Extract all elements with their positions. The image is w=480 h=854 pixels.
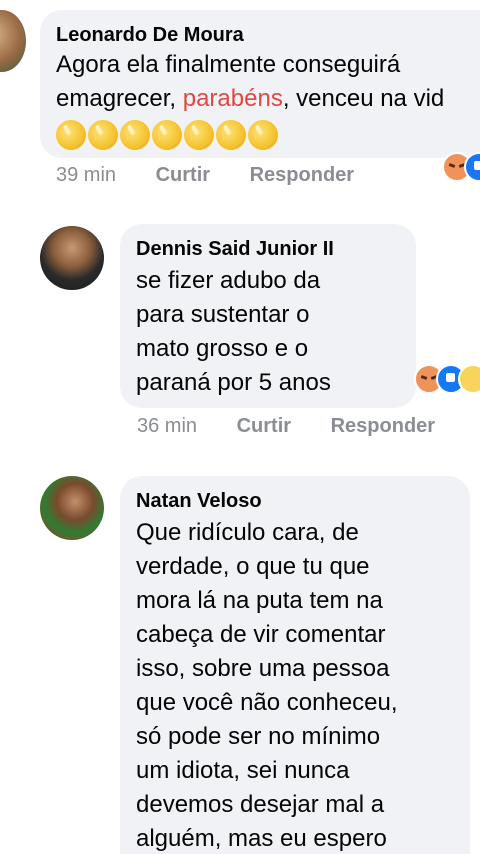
avatar[interactable]	[40, 476, 104, 540]
clapping-hands-icon	[216, 120, 246, 150]
comment-author[interactable]: Natan Veloso	[136, 488, 470, 514]
reply-button[interactable]: Responder	[250, 164, 354, 186]
comment-bubble: Leonardo De Moura Agora ela finalmente c…	[40, 10, 480, 158]
like-button[interactable]: Curtir	[156, 164, 210, 186]
clapping-hands-icon	[248, 120, 278, 150]
comment-actions: 36 min Curtir Responder	[137, 415, 469, 438]
comment-author[interactable]: Dennis Said Junior II	[136, 236, 416, 262]
comment-text: se fizer adubo da para sustentar o mato …	[136, 267, 331, 396]
reaction-summary[interactable]	[414, 364, 480, 394]
clapping-hands-icon	[56, 120, 86, 150]
comments-screen: Leonardo De Moura Agora ela finalmente c…	[0, 0, 480, 854]
clapping-hands-emoji	[56, 120, 278, 150]
clapping-hands-icon	[88, 120, 118, 150]
comment-author[interactable]: Leonardo De Moura	[56, 22, 480, 48]
haha-reaction-icon	[458, 364, 480, 394]
comment-actions: 39 min Curtir Responder	[56, 164, 388, 187]
comment-bubble: Natan Veloso Que ridículo cara, de verda…	[120, 476, 470, 854]
like-button[interactable]: Curtir	[237, 415, 291, 437]
clapping-hands-icon	[184, 120, 214, 150]
comment-text-part: , venceu na vid	[282, 85, 445, 112]
comment-time: 36 min	[137, 415, 198, 437]
comment-time: 39 min	[56, 164, 117, 186]
avatar[interactable]	[40, 226, 104, 290]
comment-text: Agora ela finalmente conseguirá emagrece…	[56, 48, 480, 116]
clapping-hands-icon	[120, 120, 150, 150]
reply-button[interactable]: Responder	[331, 415, 435, 437]
reaction-summary[interactable]	[442, 152, 480, 182]
comment-bubble: Dennis Said Junior II se fizer adubo da …	[120, 224, 416, 408]
clapping-hands-icon	[152, 120, 182, 150]
highlighted-word: parabéns	[182, 85, 283, 112]
comment-text: Que ridículo cara, de verdade, o que tu …	[136, 519, 398, 852]
avatar[interactable]	[0, 10, 26, 72]
